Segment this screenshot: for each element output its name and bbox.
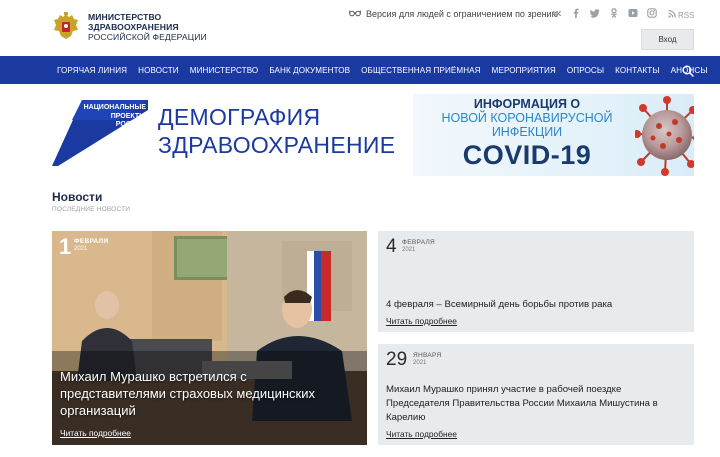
youtube-icon[interactable] (628, 8, 638, 18)
featured-news-month: ФЕВРАЛЯ (74, 238, 109, 245)
facebook-icon[interactable] (571, 8, 581, 18)
ministry-name-line2: ЗДРАВООХРАНЕНИЯ (88, 22, 179, 32)
accessibility-version-link[interactable]: Версия для людей с ограничением по зрени… (348, 9, 559, 19)
covid-line1: ИНФОРМАЦИЯ О (473, 97, 581, 111)
main-navigation: ГОРЯЧАЯ ЛИНИЯ НОВОСТИ МИНИСТЕРСТВО БАНК … (0, 56, 720, 84)
news-card[interactable]: 29 ЯНВАРЯ 2021 Михаил Мурашко принял уча… (378, 344, 694, 445)
nav-item-ministry[interactable]: МИНИСТЕРСТВО (190, 66, 259, 75)
national-projects-text: НАЦИОНАЛЬНЫЕ ПРОЕКТЫ РОССИИ (82, 104, 146, 130)
rss-link[interactable]: RSS (668, 10, 694, 20)
accessibility-version-label: Версия для людей с ограничением по зрени… (366, 9, 559, 19)
social-links (552, 8, 657, 18)
np-line3: РОССИИ (115, 121, 146, 129)
news-section-subtitle: ПОСЛЕДНИЕ НОВОСТИ (52, 206, 131, 213)
national-projects-banner[interactable]: НАЦИОНАЛЬНЫЕ ПРОЕКТЫ РОССИИ ДЕМОГРАФИЯ З… (52, 94, 400, 176)
featured-news-card[interactable]: 1 ФЕВРАЛЯ 2021 Михаил Мурашко встретился… (52, 231, 367, 445)
covid-line2: НОВОЙ КОРОНАВИРУСНОЙ (441, 111, 613, 125)
search-icon[interactable] (682, 64, 694, 77)
news-card-day: 4 (386, 236, 397, 257)
news-card-year: 2021 (413, 360, 427, 366)
news-card-read-more-link[interactable]: Читать подробнее (386, 429, 457, 439)
news-card-month: ЯНВАРЯ (413, 352, 442, 359)
coat-of-arms-logo[interactable] (52, 11, 80, 43)
news-card[interactable]: 4 ФЕВРАЛЯ 2021 4 февраля – Всемирный ден… (378, 231, 694, 332)
featured-news-read-more-link[interactable]: Читать подробнее (60, 428, 131, 438)
nav-item-documents[interactable]: БАНК ДОКУМЕНТОВ (269, 66, 350, 75)
ministry-name-line1: МИНИСТЕРСТВО (88, 12, 162, 22)
nav-item-surveys[interactable]: ОПРОСЫ (567, 66, 604, 75)
site-header: МИНИСТЕРСТВО ЗДРАВООХРАНЕНИЯ РОССИЙСКОЙ … (0, 0, 720, 56)
demography-title: ДЕМОГРАФИЯ (158, 104, 321, 130)
featured-news-year: 2021 (74, 246, 88, 252)
ministry-name[interactable]: МИНИСТЕРСТВО ЗДРАВООХРАНЕНИЯ РОССИЙСКОЙ … (88, 12, 207, 42)
healthcare-title: ЗДРАВООХРАНЕНИЕ (158, 132, 396, 158)
covid-line3: ИНФЕКЦИИ (491, 125, 563, 139)
news-card-headline[interactable]: 4 февраля – Всемирный день борьбы против… (386, 298, 686, 312)
odnoklassniki-icon[interactable] (609, 8, 619, 18)
nav-item-news[interactable]: НОВОСТИ (138, 66, 179, 75)
glasses-icon (348, 9, 362, 19)
rss-icon (668, 10, 676, 20)
twitter-icon[interactable] (590, 8, 600, 18)
login-button[interactable]: Вход (641, 29, 694, 50)
news-card-headline[interactable]: Михаил Мурашко принял участие в рабочей … (386, 383, 686, 425)
news-section-title[interactable]: Новости (52, 190, 102, 204)
rss-label: RSS (678, 10, 695, 20)
nav-item-contacts[interactable]: КОНТАКТЫ (615, 66, 659, 75)
news-card-read-more-link[interactable]: Читать подробнее (386, 316, 457, 326)
covid-line4: COVID-19 (462, 140, 592, 170)
np-line1: НАЦИОНАЛЬНЫЕ (83, 104, 146, 111)
np-line2: ПРОЕКТЫ (110, 112, 146, 120)
news-card-day: 29 (386, 349, 408, 370)
featured-news-headline[interactable]: Михаил Мурашко встретился с представител… (60, 368, 350, 419)
ministry-name-line3: РОССИЙСКОЙ ФЕДЕРАЦИИ (88, 32, 207, 42)
coronavirus-image (635, 96, 694, 176)
news-card-year: 2021 (402, 247, 416, 253)
covid-banner[interactable]: ИНФОРМАЦИЯ О НОВОЙ КОРОНАВИРУСНОЙ ИНФЕКЦ… (413, 94, 694, 176)
news-card-month: ФЕВРАЛЯ (402, 239, 436, 246)
instagram-icon[interactable] (647, 8, 657, 18)
nav-item-events[interactable]: МЕРОПРИЯТИЯ (492, 66, 556, 75)
vk-icon[interactable] (552, 8, 562, 18)
nav-item-hotline[interactable]: ГОРЯЧАЯ ЛИНИЯ (57, 66, 127, 75)
nav-items: ГОРЯЧАЯ ЛИНИЯ НОВОСТИ МИНИСТЕРСТВО БАНК … (57, 56, 719, 84)
featured-news-day: 1 (59, 234, 72, 259)
nav-item-public-reception[interactable]: ОБЩЕСТВЕННАЯ ПРИЁМНАЯ (361, 66, 480, 75)
